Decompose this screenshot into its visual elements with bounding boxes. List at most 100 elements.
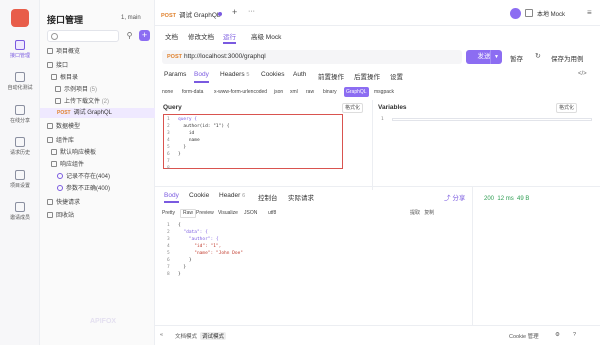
url-input[interactable]: http://localhost:3000/graphql [184, 53, 266, 60]
copy-button[interactable]: 复制 [424, 210, 434, 216]
tree-item-trash[interactable]: 回收站 [40, 211, 155, 221]
workspace-selector[interactable]: 1, main [121, 15, 141, 21]
variables-editor[interactable] [392, 118, 592, 121]
tab-auth[interactable]: Auth [293, 71, 306, 78]
rail-item-history[interactable]: 请求历史 [0, 137, 40, 156]
new-tab-icon[interactable]: + [232, 7, 237, 17]
tree-item-api[interactable]: 接口 [40, 61, 155, 71]
variables-format-button[interactable]: 格式化 [556, 103, 578, 113]
tree-item-components[interactable]: 组件库 [40, 136, 155, 146]
view-preview[interactable]: Preview [196, 209, 214, 218]
more-icon[interactable]: ··· [248, 8, 255, 15]
tab-params[interactable]: Params [164, 71, 186, 78]
line-number: 2 [167, 124, 170, 129]
cookie-manager-button[interactable]: Cookie 管理 [509, 332, 539, 340]
save-button[interactable]: 暂存 [510, 53, 523, 63]
tree-item-upload[interactable]: 上传下载文件 (2) [40, 97, 155, 107]
body-type-xml[interactable]: xml [290, 87, 298, 97]
env-selector[interactable]: 本地 Mock [537, 9, 565, 18]
share-button[interactable]: ⤴ 分享 [444, 192, 465, 202]
resp-tab-console[interactable]: 控制台 [258, 192, 278, 202]
help-icon[interactable]: ? [573, 332, 576, 338]
tree-item-graphql[interactable]: POST 调试 GraphQL [40, 108, 155, 118]
response-line: } [178, 258, 192, 263]
panel-divider[interactable] [372, 100, 373, 190]
send-dropdown-icon[interactable]: ▼ [490, 50, 502, 64]
save-as-case-button[interactable]: 保存为用例 [551, 53, 584, 63]
code-icon[interactable]: </> [578, 71, 587, 77]
response-splitter[interactable] [155, 186, 600, 187]
tree-item-sample[interactable]: 示例项目 (5) [40, 85, 155, 95]
tab-post-actions[interactable]: 后置操作 [354, 71, 380, 81]
body-type-graphql[interactable]: GraphQL [344, 87, 369, 97]
tree-item-default-response[interactable]: 默认响应模板 [40, 148, 155, 158]
extract-button[interactable]: 提取 [410, 210, 420, 216]
resp-tab-header[interactable]: Header 6 [219, 192, 245, 199]
view-raw[interactable]: Raw [180, 209, 197, 218]
tree-item-400[interactable]: 参数不正确(400) [40, 184, 155, 194]
template-icon [51, 149, 57, 156]
add-button[interactable]: + [139, 30, 150, 41]
rail-item-api[interactable]: 接口管理 [0, 40, 40, 59]
collapse-sidebar-icon[interactable]: « [160, 332, 163, 338]
format-select[interactable]: JSON [244, 209, 257, 218]
query-header: Query [163, 104, 182, 111]
body-type-msgpack[interactable]: msgpack [374, 87, 394, 97]
query-format-button[interactable]: 格式化 [342, 103, 364, 113]
encoding-select[interactable]: utf8 [268, 209, 276, 218]
tree-item-models[interactable]: 数据模型 [40, 122, 155, 132]
tab-pre-actions[interactable]: 前置操作 [318, 71, 344, 81]
sidebar-search-input[interactable] [47, 30, 119, 42]
avatar[interactable] [510, 8, 521, 19]
tree-item-quick-request[interactable]: 快捷请求 [40, 198, 155, 208]
refresh-icon[interactable]: ↻ [535, 52, 541, 60]
tab-headers[interactable]: Headers 5 [220, 71, 249, 78]
body-type-none[interactable]: none [162, 87, 173, 97]
body-type-form-data[interactable]: form-data [182, 87, 203, 97]
body-type-binary[interactable]: binary [323, 87, 337, 97]
body-type-urlencoded[interactable]: x-www-form-urlencoded [214, 87, 267, 97]
autotest-icon [15, 72, 25, 82]
tab-settings[interactable]: 设置 [390, 71, 403, 81]
menu-icon[interactable]: ≡ [587, 8, 592, 17]
view-pretty[interactable]: Pretty [162, 209, 175, 218]
rail-item-invite[interactable]: 邀请成员 [0, 202, 40, 221]
watermark-logo: APIFOX [90, 318, 117, 325]
folder-icon [51, 161, 57, 168]
response-line: } [178, 265, 187, 270]
line-number: 4 [167, 244, 170, 249]
tab-doc[interactable]: 文档 [165, 31, 178, 41]
settings-icon[interactable]: ⚙ [555, 332, 560, 338]
tab-edit-doc[interactable]: 修改文档 [188, 31, 214, 41]
env-grid-icon[interactable] [525, 9, 533, 17]
doc-mode-button[interactable]: 文档模式 [175, 332, 197, 340]
response-line: "name": "John Doe" [178, 251, 244, 256]
url-bar[interactable]: POST http://localhost:3000/graphql [162, 50, 462, 64]
rail-item-share[interactable]: 在线分享 [0, 105, 40, 124]
debug-mode-button[interactable]: 调试模式 [200, 332, 227, 340]
body-type-raw[interactable]: raw [306, 87, 314, 97]
view-visualize[interactable]: Visualize [218, 209, 238, 218]
rail-item-settings[interactable]: 项目设置 [0, 170, 40, 189]
tab-graphql[interactable]: POST 调试 GraphQL [161, 9, 221, 19]
resp-tab-cookie[interactable]: Cookie [189, 192, 209, 199]
resp-tab-body[interactable]: Body [164, 192, 179, 203]
tab-mock[interactable]: 高级 Mock [251, 31, 281, 41]
tab-run[interactable]: 运行 [223, 31, 236, 44]
filter-icon[interactable]: ⚲ [125, 31, 134, 40]
method-select[interactable]: POST [167, 54, 182, 60]
tree-item-overview[interactable]: 项目概览 [40, 47, 155, 57]
line-number: 6 [167, 258, 170, 263]
body-type-json[interactable]: json [274, 87, 283, 97]
resp-tab-actual-request[interactable]: 实际请求 [288, 192, 314, 202]
tree-item-root[interactable]: 根目录 [40, 73, 155, 83]
query-line: query { [178, 117, 197, 122]
tab-cookies[interactable]: Cookies [261, 71, 284, 78]
folder-icon [55, 98, 61, 105]
tab-body[interactable]: Body [194, 71, 209, 83]
line-number: 5 [167, 251, 170, 256]
tree-item-404[interactable]: 记录不存在(404) [40, 172, 155, 182]
tree-item-response-components[interactable]: 响应组件 [40, 160, 155, 170]
rail-item-autotest[interactable]: 自动化测试 [0, 72, 40, 91]
response-divider[interactable] [472, 187, 473, 325]
